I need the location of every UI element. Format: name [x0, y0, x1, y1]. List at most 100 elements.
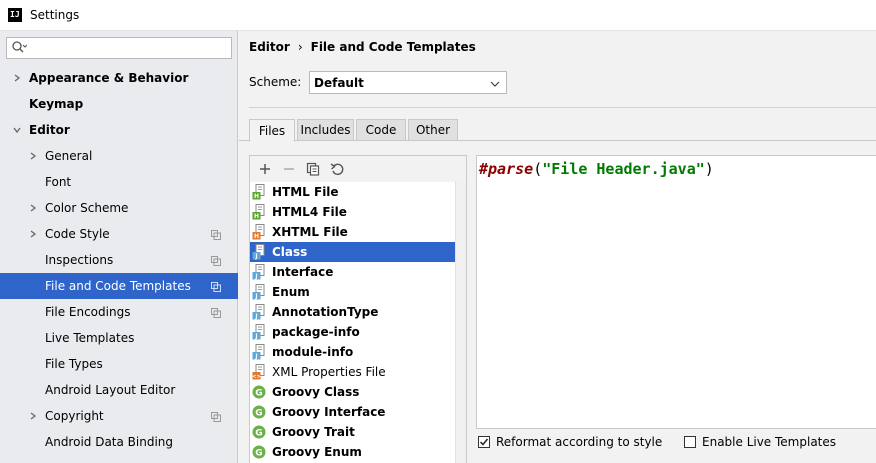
template-item-label: Enum: [272, 285, 310, 299]
template-item-interface[interactable]: J Interface: [250, 262, 455, 282]
scheme-dropdown[interactable]: Default: [309, 71, 507, 94]
sidebar-item-font[interactable]: Font: [0, 169, 238, 195]
settings-search-input[interactable]: [6, 37, 232, 59]
template-item-label: package-info: [272, 325, 360, 339]
sidebar-item-color-scheme[interactable]: Color Scheme: [0, 195, 238, 221]
breadcrumb-parent[interactable]: Editor: [249, 40, 290, 54]
sidebar-item-editor[interactable]: Editor: [0, 117, 238, 143]
undo-icon: [330, 163, 344, 176]
sidebar-item-file-types[interactable]: File Types: [0, 351, 238, 377]
sidebar-item-label: Font: [45, 175, 72, 189]
chevron-right-icon[interactable]: [12, 73, 22, 83]
chevron-right-icon[interactable]: [28, 229, 38, 239]
html-file-icon: H: [252, 204, 266, 220]
project-scope-icon: [211, 229, 221, 240]
template-item-label: module-info: [272, 345, 354, 359]
template-item-class[interactable]: J Class: [250, 242, 455, 262]
template-item-groovy-enum[interactable]: G Groovy Enum: [250, 442, 455, 462]
window-title: Settings: [30, 8, 80, 22]
reformat-checkbox[interactable]: Reformat according to style: [478, 435, 662, 449]
live-templates-checkbox-box[interactable]: [684, 436, 696, 448]
add-template-button[interactable]: [254, 158, 276, 180]
sidebar-item-keymap[interactable]: Keymap: [0, 91, 238, 117]
chevron-right-icon[interactable]: [28, 203, 38, 213]
tab-other[interactable]: Other: [408, 119, 458, 141]
copy-icon: [306, 162, 320, 176]
sidebar-item-live-templates[interactable]: Live Templates: [0, 325, 238, 351]
breadcrumb-current: File and Code Templates: [310, 40, 476, 54]
tab-code[interactable]: Code: [356, 119, 406, 141]
template-item-label: Groovy Enum: [272, 445, 362, 459]
sidebar-item-code-style[interactable]: Code Style: [0, 221, 238, 247]
plus-icon: [260, 164, 270, 174]
copy-template-button[interactable]: [302, 158, 324, 180]
scheme-label: Scheme:: [249, 75, 302, 89]
svg-text:<>: <>: [252, 374, 260, 380]
template-item-groovy-trait[interactable]: G Groovy Trait: [250, 422, 455, 442]
project-scope-icon: [211, 255, 221, 266]
java-file-icon: J: [252, 244, 266, 260]
svg-text:J: J: [254, 253, 257, 260]
tab-files[interactable]: Files: [249, 119, 295, 142]
app-logo-icon: IJ: [8, 8, 22, 22]
svg-text:G: G: [255, 409, 262, 419]
svg-text:G: G: [255, 449, 262, 459]
tab-includes[interactable]: Includes: [297, 119, 354, 141]
sidebar-item-general[interactable]: General: [0, 143, 238, 169]
template-item-groovy-class[interactable]: G Groovy Class: [250, 382, 455, 402]
reformat-checkbox-box[interactable]: [478, 436, 490, 448]
template-item-xml-properties-file[interactable]: <> XML Properties File: [250, 362, 455, 382]
svg-text:J: J: [254, 353, 257, 360]
template-item-html4-file[interactable]: H HTML4 File: [250, 202, 455, 222]
breadcrumb-separator: ›: [297, 40, 303, 54]
settings-main-panel: Editor › File and Code Templates Scheme:…: [239, 31, 876, 463]
template-code-editor[interactable]: #parse("File Header.java"): [476, 155, 876, 429]
live-templates-checkbox[interactable]: Enable Live Templates: [684, 435, 836, 449]
sidebar-item-inspections[interactable]: Inspections: [0, 247, 238, 273]
live-templates-label: Enable Live Templates: [702, 435, 837, 449]
sidebar-item-copyright[interactable]: Copyright: [0, 403, 238, 429]
sidebar-item-label: Editor: [29, 123, 70, 137]
sidebar-item-appearance-behavior[interactable]: Appearance & Behavior: [0, 65, 238, 91]
svg-text:J: J: [254, 333, 257, 340]
html-file-icon: H: [252, 184, 266, 200]
reformat-label: Reformat according to style: [496, 435, 663, 449]
reset-template-button[interactable]: [326, 158, 348, 180]
template-item-html-file[interactable]: H HTML File: [250, 182, 455, 202]
groovy-icon: G: [252, 384, 266, 400]
svg-text:H: H: [254, 193, 259, 200]
chevron-right-icon[interactable]: [28, 411, 38, 421]
sidebar-item-label: Copyright: [45, 409, 104, 423]
chevron-down-icon[interactable]: [12, 125, 22, 135]
template-item-label: Groovy Class: [272, 385, 360, 399]
svg-text:H: H: [254, 213, 259, 220]
svg-text:G: G: [255, 429, 262, 439]
template-list-scrollbar[interactable]: [455, 182, 466, 463]
template-item-annotationtype[interactable]: J AnnotationType: [250, 302, 455, 322]
template-item-label: AnnotationType: [272, 305, 379, 319]
sidebar-item-android-layout-editor[interactable]: Android Layout Editor: [0, 377, 238, 403]
template-item-enum[interactable]: J Enum: [250, 282, 455, 302]
template-item-xhtml-file[interactable]: H XHTML File: [250, 222, 455, 242]
template-item-label: HTML4 File: [272, 205, 347, 219]
template-item-label: Interface: [272, 265, 334, 279]
divider: [249, 107, 876, 108]
breadcrumb: Editor › File and Code Templates: [249, 40, 476, 54]
template-item-label: Class: [272, 245, 308, 259]
settings-tree: Appearance & Behavior Keymap Editor General…: [0, 65, 238, 455]
template-item-groovy-interface[interactable]: G Groovy Interface: [250, 402, 455, 422]
remove-template-button[interactable]: [278, 158, 300, 180]
tab-content: H HTML File H HTML4 File H XHTML File J Class J I…: [239, 142, 876, 463]
chevron-right-icon[interactable]: [28, 151, 38, 161]
java-file-icon: J: [252, 324, 266, 340]
checkmark-icon: [479, 438, 489, 446]
template-item-module-info[interactable]: Jmodule-info: [250, 342, 455, 362]
sidebar-item-file-and-code-templates[interactable]: File and Code Templates: [0, 273, 238, 299]
minus-icon: [284, 168, 294, 170]
sidebar-item-android-data-binding[interactable]: Android Data Binding: [0, 429, 238, 455]
project-scope-icon: [211, 411, 221, 422]
sidebar-item-label: Appearance & Behavior: [29, 71, 189, 85]
template-item-package-info[interactable]: Jpackage-info: [250, 322, 455, 342]
sidebar-item-file-encodings[interactable]: File Encodings: [0, 299, 238, 325]
template-list-panel: H HTML File H HTML4 File H XHTML File J Class J I…: [249, 155, 467, 463]
